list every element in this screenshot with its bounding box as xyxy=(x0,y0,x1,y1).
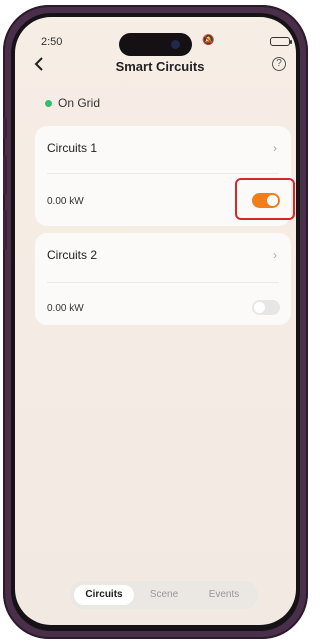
question-circle-icon: ? xyxy=(276,58,282,69)
volume-down-button xyxy=(3,210,7,250)
divider xyxy=(47,173,279,174)
status-icons: 🔕 xyxy=(202,35,215,46)
chevron-right-icon[interactable]: › xyxy=(273,141,277,155)
dynamic-island xyxy=(119,33,192,56)
volume-up-button xyxy=(3,155,7,195)
battery-icon xyxy=(270,37,292,46)
circuit-name[interactable]: Circuits 1 xyxy=(47,141,97,155)
circuit-power: 0.00 kW xyxy=(47,303,84,314)
chevron-right-icon[interactable]: › xyxy=(273,248,277,262)
grid-status-dot xyxy=(45,100,52,107)
toggle-knob xyxy=(254,302,265,313)
tab-scene[interactable]: Scene xyxy=(134,585,194,605)
highlight-box xyxy=(235,178,295,220)
grid-status-label: On Grid xyxy=(58,96,101,110)
tab-events[interactable]: Events xyxy=(194,585,254,605)
help-button[interactable]: ? xyxy=(272,57,286,71)
tab-circuits[interactable]: Circuits xyxy=(74,585,134,605)
circuit-toggle[interactable] xyxy=(252,300,280,315)
divider xyxy=(47,282,279,283)
circuit-power: 0.00 kW xyxy=(47,196,84,207)
status-time: 2:50 xyxy=(41,36,63,48)
side-button xyxy=(3,117,7,139)
camera-icon xyxy=(171,40,180,49)
circuit-card-2: Circuits 2 › 0.00 kW xyxy=(35,233,291,325)
bottom-tab-bar: Circuits Scene Events xyxy=(70,581,258,609)
silent-icon: 🔕 xyxy=(202,35,216,46)
circuit-name[interactable]: Circuits 2 xyxy=(47,248,97,262)
